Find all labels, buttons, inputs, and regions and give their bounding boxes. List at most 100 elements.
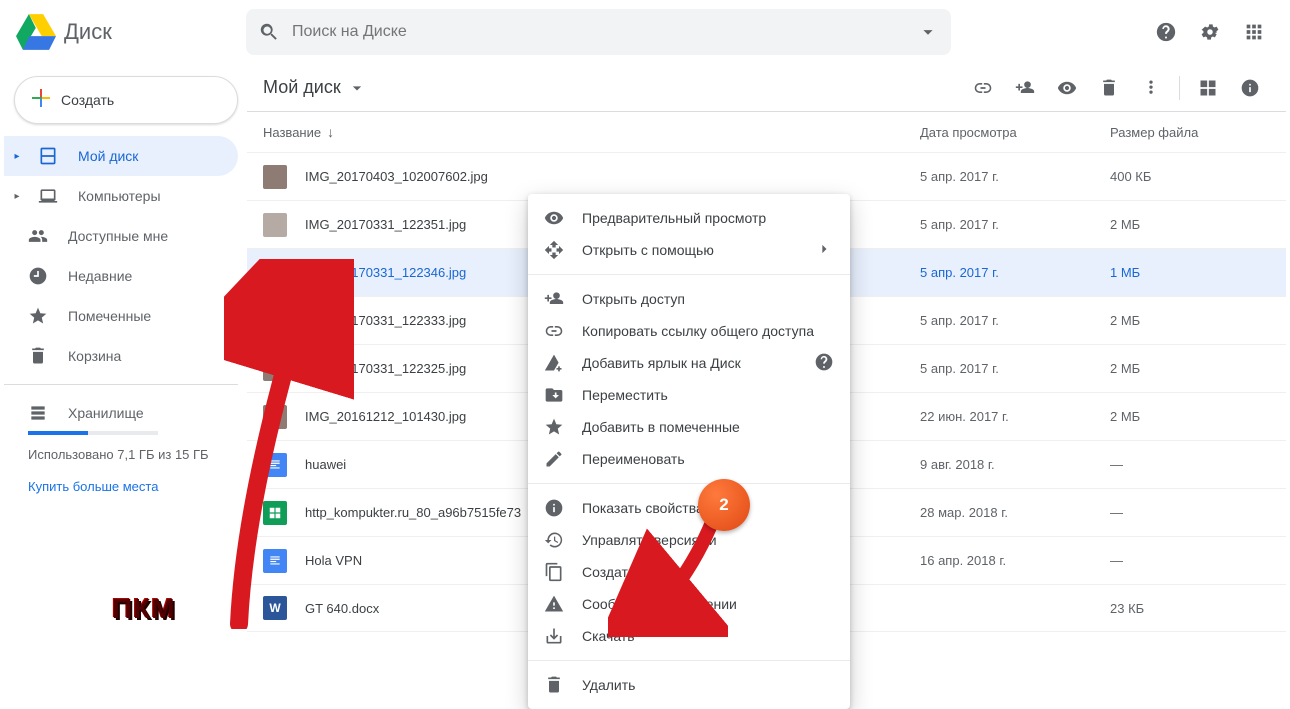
breadcrumb-label: Мой диск bbox=[263, 77, 341, 98]
file-name: IMG_20170403_102007602.jpg bbox=[305, 169, 920, 184]
logo[interactable]: Диск bbox=[16, 12, 246, 52]
help-button[interactable] bbox=[1146, 12, 1186, 52]
plus-icon bbox=[29, 86, 53, 115]
preview-button[interactable] bbox=[1047, 68, 1087, 108]
file-size: — bbox=[1110, 553, 1270, 568]
file-size: — bbox=[1110, 505, 1270, 520]
breadcrumb[interactable]: Мой диск bbox=[263, 77, 367, 98]
menu-item-rename[interactable]: Переименовать bbox=[528, 443, 850, 475]
star-icon bbox=[544, 417, 564, 437]
trash-icon bbox=[28, 346, 48, 366]
menu-item-versions[interactable]: Управлять версиями bbox=[528, 524, 850, 556]
search-input[interactable] bbox=[292, 23, 917, 41]
details-button[interactable] bbox=[1230, 68, 1270, 108]
sidebar-label: Корзина bbox=[68, 348, 121, 364]
annotation-badge-2: 2 bbox=[698, 479, 750, 531]
menu-item-eye[interactable]: Предварительный просмотр bbox=[528, 202, 850, 234]
menu-item-trash[interactable]: Удалить bbox=[528, 669, 850, 701]
table-row[interactable]: IMG_20170403_102007602.jpg5 апр. 2017 г.… bbox=[247, 152, 1286, 200]
menu-label: Показать свойства bbox=[582, 500, 704, 516]
open-with-icon bbox=[544, 240, 564, 260]
report-icon bbox=[544, 594, 564, 614]
file-date: 5 апр. 2017 г. bbox=[920, 361, 1110, 376]
sidebar-label: Мой диск bbox=[78, 148, 138, 164]
storage-block: Хранилище Использовано 7,1 ГБ из 15 ГБ К… bbox=[4, 393, 238, 494]
header: Диск bbox=[0, 0, 1290, 64]
file-date: 5 апр. 2017 г. bbox=[920, 265, 1110, 280]
sidebar-item-trash[interactable]: Корзина bbox=[4, 336, 238, 376]
file-size: 2 МБ bbox=[1110, 217, 1270, 232]
file-size: 1 МБ bbox=[1110, 265, 1270, 280]
menu-label: Добавить ярлык на Диск bbox=[582, 355, 741, 371]
star-icon bbox=[28, 306, 48, 326]
sidebar-item-computers[interactable]: ▸ Компьютеры bbox=[4, 176, 238, 216]
versions-icon bbox=[544, 530, 564, 550]
file-date: 5 апр. 2017 г. bbox=[920, 313, 1110, 328]
submenu-arrow-icon bbox=[814, 239, 834, 262]
apps-button[interactable] bbox=[1234, 12, 1274, 52]
file-thumb bbox=[263, 501, 287, 525]
column-date[interactable]: Дата просмотра bbox=[920, 125, 1110, 140]
menu-label: Управлять версиями bbox=[582, 532, 717, 548]
rename-icon bbox=[544, 449, 564, 469]
table-header: Название ↓ Дата просмотра Размер файла bbox=[247, 112, 1286, 152]
trash-icon bbox=[544, 675, 564, 695]
sidebar-item-my-drive[interactable]: ▸ Мой диск bbox=[4, 136, 238, 176]
menu-label: Добавить в помеченные bbox=[582, 419, 740, 435]
sidebar-item-recent[interactable]: Недавние bbox=[4, 256, 238, 296]
file-thumb bbox=[263, 357, 287, 381]
get-link-button[interactable] bbox=[963, 68, 1003, 108]
file-date: 5 апр. 2017 г. bbox=[920, 169, 1110, 184]
menu-item-info[interactable]: Показать свойства bbox=[528, 492, 850, 524]
menu-item-link[interactable]: Копировать ссылку общего доступа bbox=[528, 315, 850, 347]
create-button[interactable]: Создать bbox=[14, 76, 238, 124]
search-box[interactable] bbox=[246, 9, 951, 55]
menu-label: Переместить bbox=[582, 387, 668, 403]
more-button[interactable] bbox=[1131, 68, 1171, 108]
menu-separator bbox=[528, 660, 850, 661]
sidebar-item-storage[interactable]: Хранилище bbox=[28, 393, 220, 433]
column-name[interactable]: Название ↓ bbox=[263, 124, 920, 140]
menu-label: Открыть доступ bbox=[582, 291, 685, 307]
drive-add-icon bbox=[544, 353, 564, 373]
file-date: 5 апр. 2017 г. bbox=[920, 217, 1110, 232]
menu-label: Открыть с помощью bbox=[582, 242, 714, 258]
buy-storage-link[interactable]: Купить больше места bbox=[28, 479, 220, 494]
toolbar bbox=[963, 68, 1270, 108]
file-thumb bbox=[263, 165, 287, 189]
context-menu: Предварительный просмотр Открыть с помощь… bbox=[528, 194, 850, 709]
menu-item-person-add[interactable]: Открыть доступ bbox=[528, 283, 850, 315]
move-icon bbox=[544, 385, 564, 405]
person-add-icon bbox=[544, 289, 564, 309]
sidebar-item-starred[interactable]: Помеченные bbox=[4, 296, 238, 336]
menu-label: Переименовать bbox=[582, 451, 685, 467]
file-size: 2 МБ bbox=[1110, 313, 1270, 328]
info-icon[interactable] bbox=[814, 352, 834, 375]
menu-item-drive-add[interactable]: Добавить ярлык на Диск bbox=[528, 347, 850, 379]
laptop-icon bbox=[38, 186, 58, 206]
share-button[interactable] bbox=[1005, 68, 1045, 108]
menu-item-copy[interactable]: Создать копию bbox=[528, 556, 850, 588]
menu-item-move[interactable]: Переместить bbox=[528, 379, 850, 411]
chevron-down-icon bbox=[347, 78, 367, 98]
download-icon bbox=[544, 626, 564, 646]
header-actions bbox=[1146, 12, 1274, 52]
sidebar-item-shared[interactable]: Доступные мне bbox=[4, 216, 238, 256]
storage-title: Хранилище bbox=[68, 405, 144, 421]
file-thumb bbox=[263, 453, 287, 477]
toolbar-divider bbox=[1179, 76, 1180, 100]
menu-item-download[interactable]: Скачать bbox=[528, 620, 850, 652]
annotation-pkm-label: ПКМ bbox=[112, 593, 176, 625]
delete-button[interactable] bbox=[1089, 68, 1129, 108]
file-size: 2 МБ bbox=[1110, 409, 1270, 424]
menu-item-star[interactable]: Добавить в помеченные bbox=[528, 411, 850, 443]
view-grid-button[interactable] bbox=[1188, 68, 1228, 108]
menu-item-open-with[interactable]: Открыть с помощью bbox=[528, 234, 850, 266]
menu-item-report[interactable]: Сообщить о нарушении bbox=[528, 588, 850, 620]
copy-icon bbox=[544, 562, 564, 582]
column-size[interactable]: Размер файла bbox=[1110, 125, 1270, 140]
clock-icon bbox=[28, 266, 48, 286]
search-dropdown-icon[interactable] bbox=[917, 21, 939, 43]
file-size: 23 КБ bbox=[1110, 601, 1270, 616]
settings-button[interactable] bbox=[1190, 12, 1230, 52]
